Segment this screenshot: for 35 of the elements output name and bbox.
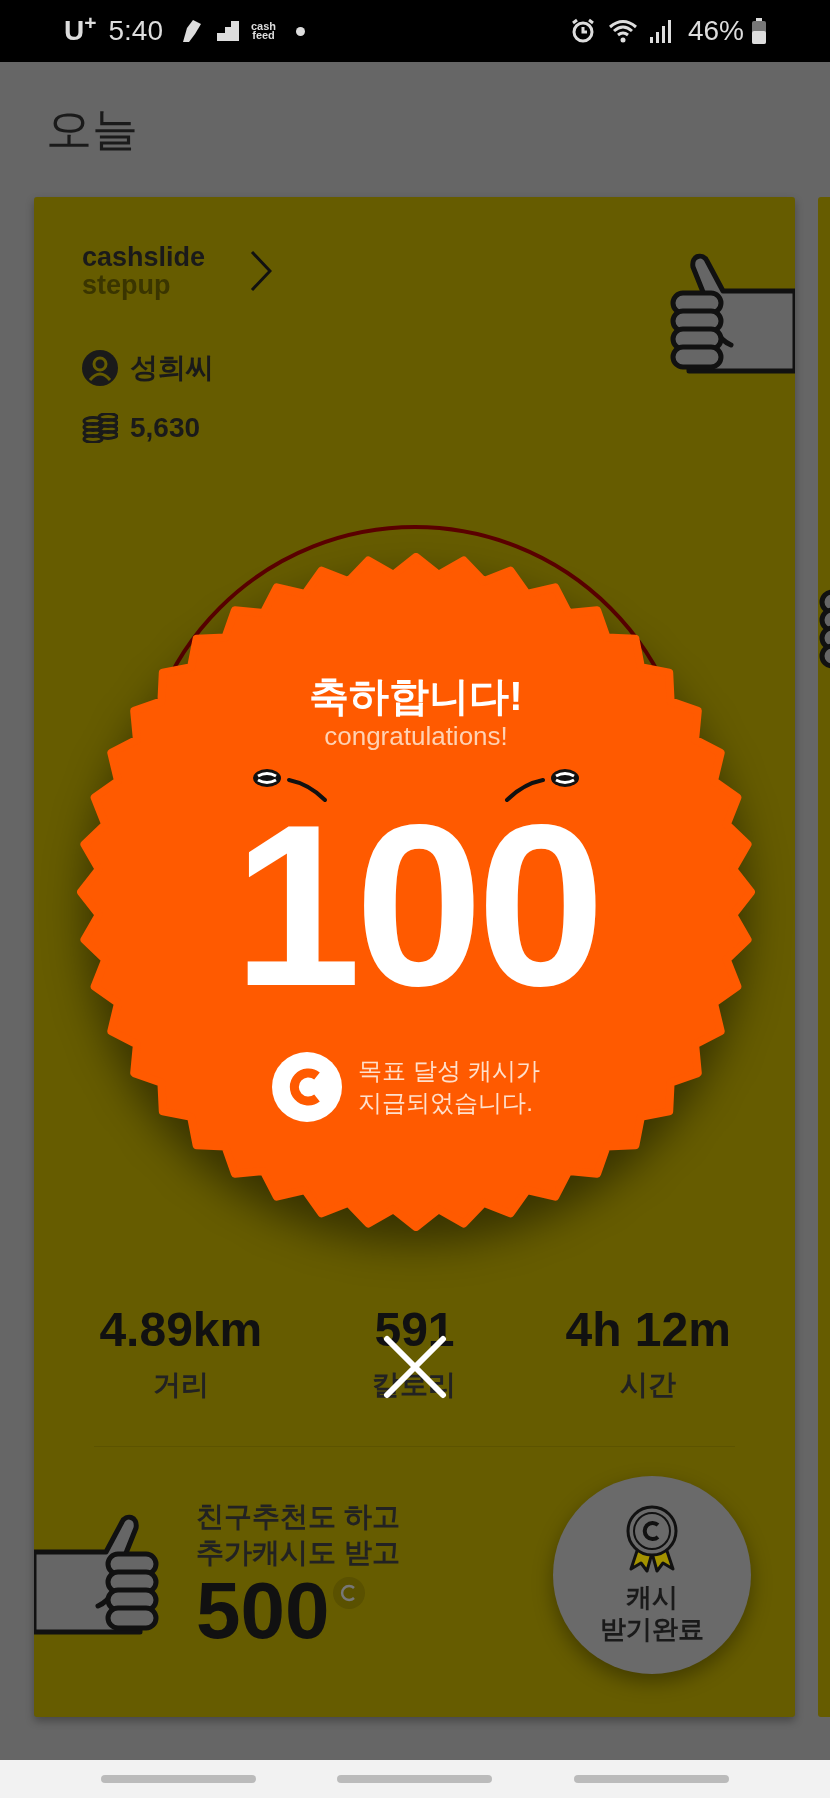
stat-label: 거리 (152, 1368, 209, 1402)
battery-icon (752, 18, 766, 44)
carrier-text: U$^{+}$ (64, 10, 97, 48)
signal-icon (649, 19, 672, 43)
battery-text: 46% (687, 14, 744, 48)
stat-value: 4h 12m (565, 1302, 731, 1358)
nav-handle[interactable] (100, 1775, 256, 1783)
alarm-icon (569, 18, 596, 44)
popup-message: 지급되었습니다. (358, 1088, 534, 1118)
popup-message: 목표 달성 캐시가 (358, 1056, 540, 1086)
promo-text: 친구추천도 하고 (196, 1499, 400, 1534)
user-name: 성희씨 (130, 351, 214, 385)
clock-text: 5:40 (108, 14, 163, 48)
wifi-icon (607, 18, 638, 44)
stairs-icon (217, 21, 239, 41)
page-title: 오늘 (46, 102, 138, 157)
claim-button[interactable]: 캐시 받기완료 (553, 1475, 751, 1674)
popup-subtitle: congratulations! (324, 720, 508, 752)
coin-mark-icon (333, 1576, 366, 1609)
reward-amount: 100 (233, 806, 599, 1006)
brand-name: cashslide (82, 243, 206, 271)
cash-coin-icon (272, 1052, 343, 1122)
nav-handle[interactable] (574, 1775, 730, 1783)
app-badge-text: cash feed (251, 22, 277, 40)
nav-handle[interactable] (337, 1775, 493, 1783)
coins-icon (82, 413, 118, 443)
promo-amount: 500 (196, 1570, 330, 1651)
promo-text: 추가캐시도 받고 (196, 1535, 400, 1570)
chevron-right-icon[interactable] (250, 250, 273, 292)
stat-value: 4.89km (99, 1302, 263, 1358)
user-icon (82, 350, 118, 386)
popup-title: 축하합니다! (309, 673, 523, 720)
award-icon (625, 1504, 679, 1575)
cash-balance: 5,630 (130, 411, 201, 445)
stat-label: 시간 (620, 1368, 677, 1402)
